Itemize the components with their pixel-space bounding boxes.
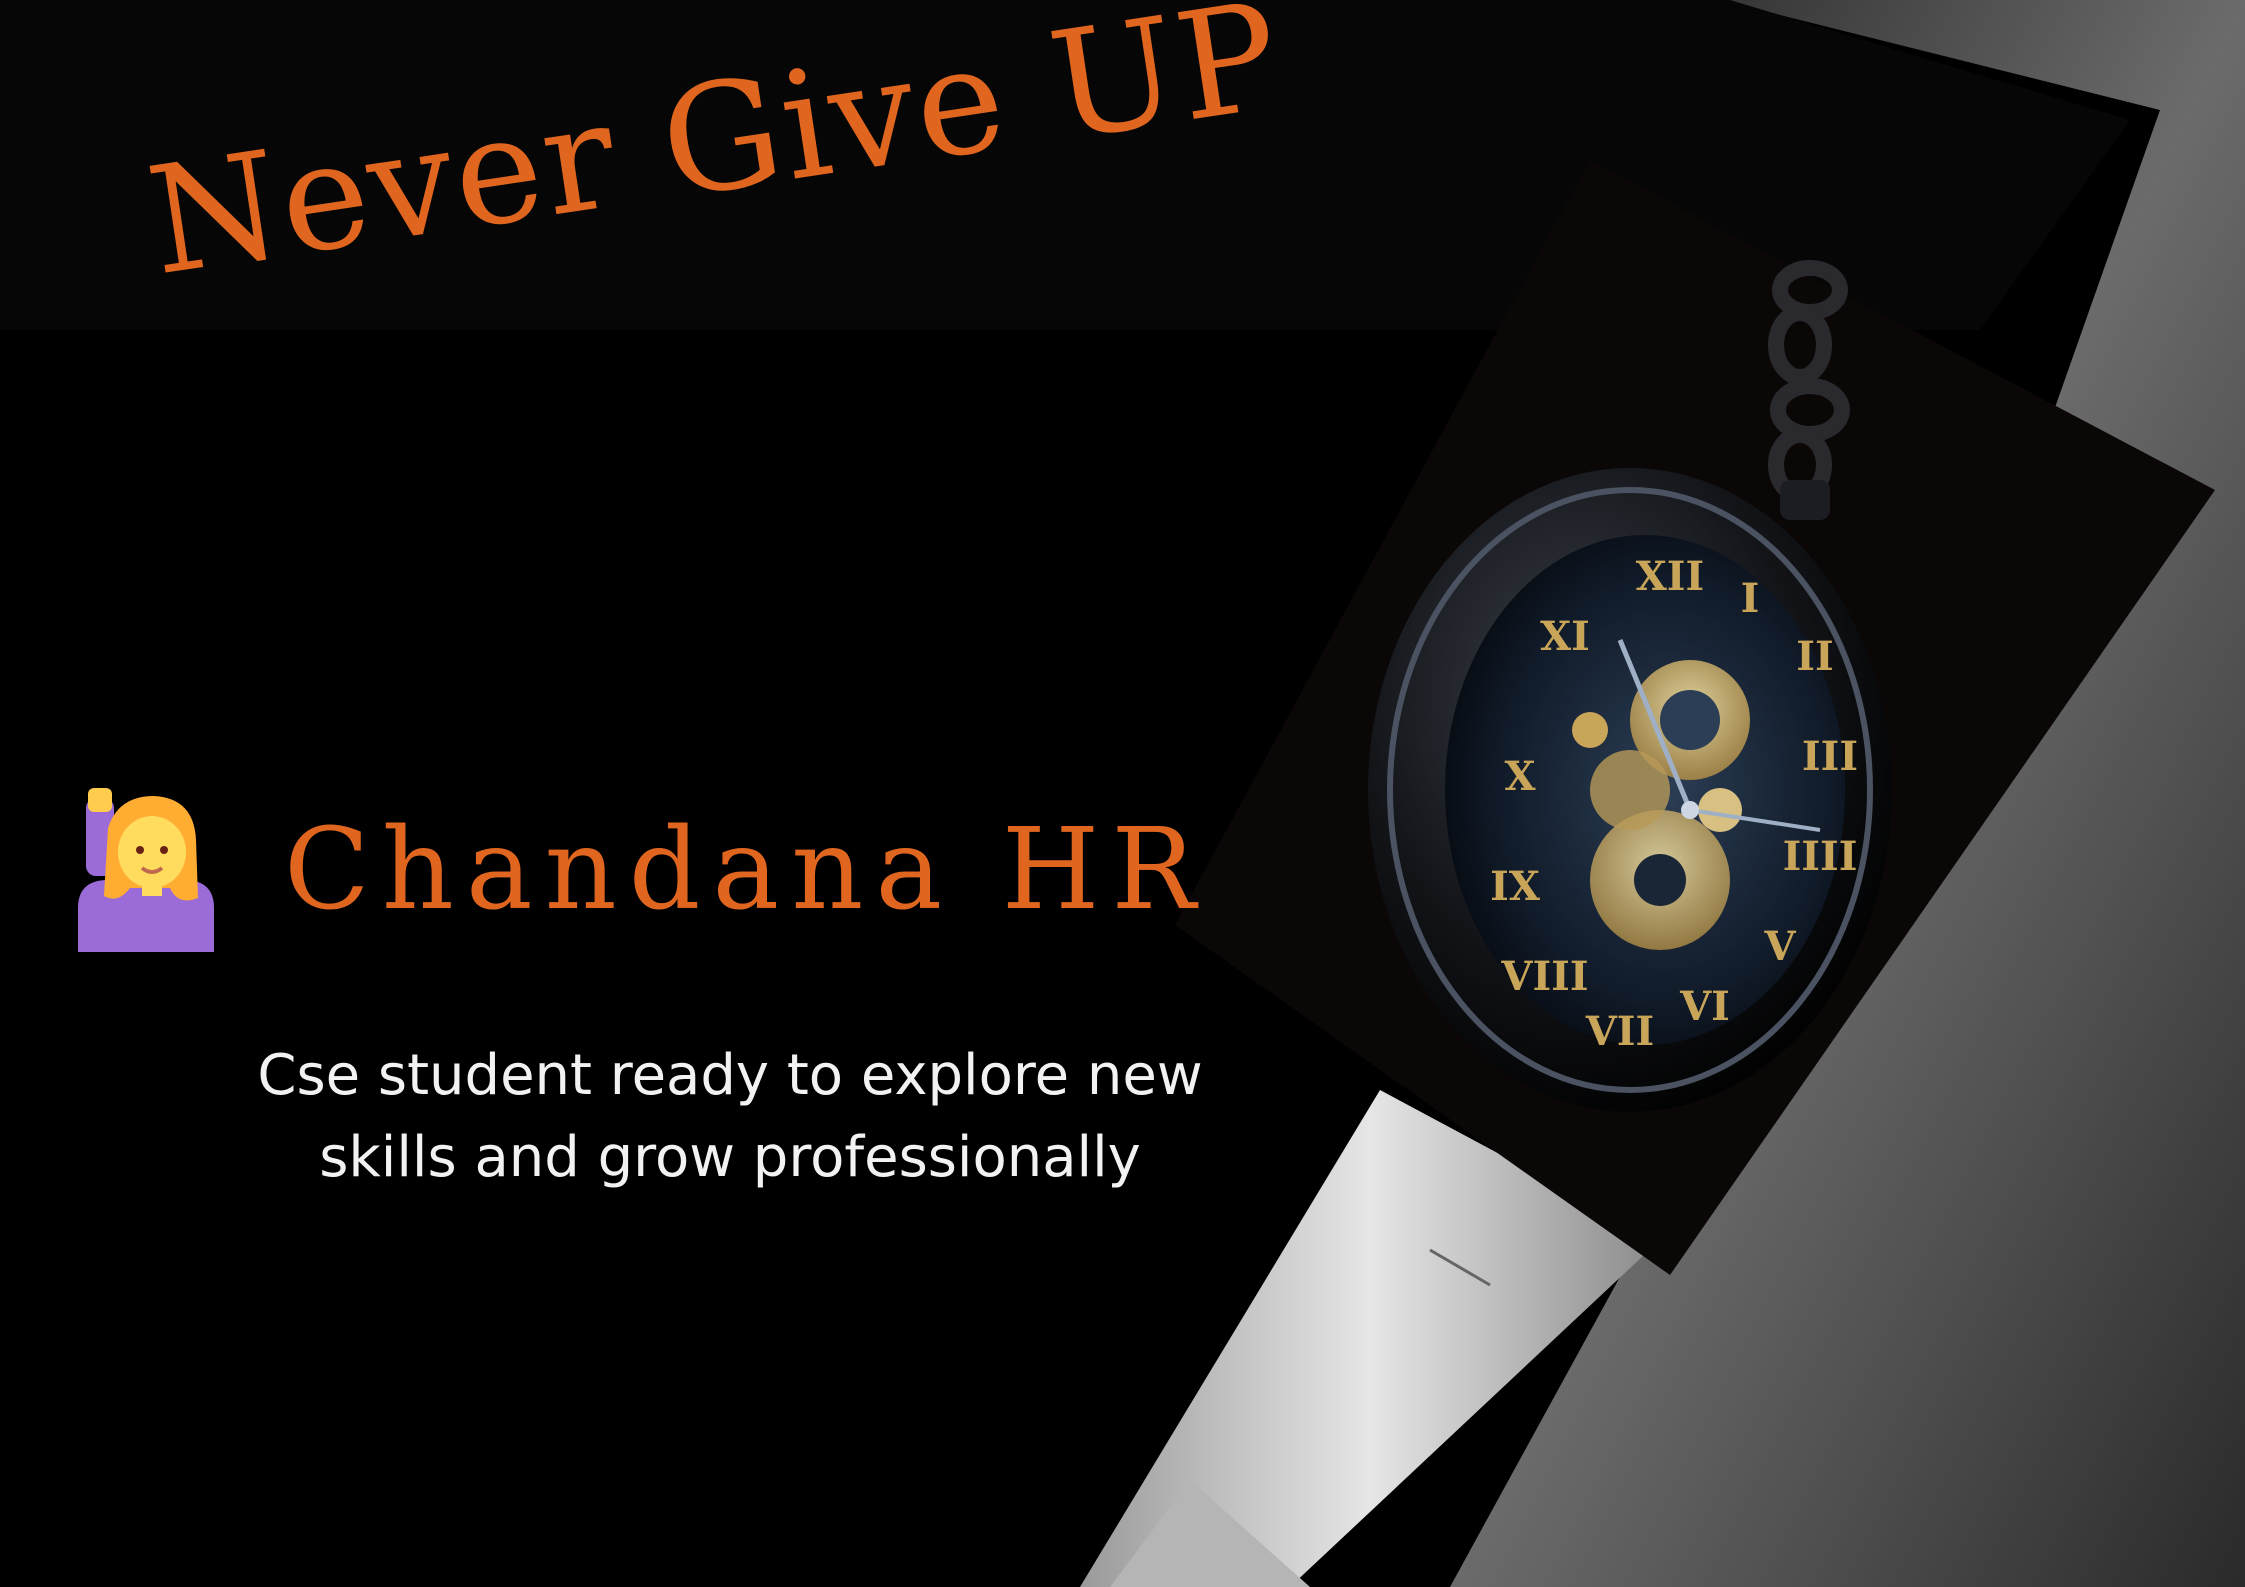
svg-text:VII: VII bbox=[1585, 1008, 1654, 1055]
svg-text:X: X bbox=[1504, 753, 1535, 800]
svg-text:VI: VI bbox=[1679, 983, 1730, 1030]
svg-text:I: I bbox=[1741, 575, 1760, 622]
tagline-line-1: Cse student ready to explore new bbox=[257, 1043, 1203, 1108]
tagline: Cse student ready to explore new skills … bbox=[140, 1035, 1320, 1199]
tagline-line-2: skills and grow professionally bbox=[319, 1125, 1141, 1190]
svg-text:XI: XI bbox=[1540, 613, 1590, 660]
poster-canvas: XII I II III IIII V VI VII VIII IX X XI … bbox=[0, 0, 2245, 1587]
svg-text:IIII: IIII bbox=[1783, 833, 1858, 880]
person-raising-hand-icon bbox=[78, 788, 214, 952]
svg-text:VIII: VIII bbox=[1500, 953, 1588, 1000]
svg-text:II: II bbox=[1796, 633, 1833, 680]
svg-text:V: V bbox=[1763, 923, 1796, 970]
name-row: Chandana HR bbox=[78, 788, 1208, 952]
person-name: Chandana HR bbox=[284, 805, 1208, 935]
svg-text:III: III bbox=[1802, 733, 1858, 780]
svg-text:IX: IX bbox=[1490, 863, 1540, 910]
svg-text:XII: XII bbox=[1636, 553, 1704, 600]
